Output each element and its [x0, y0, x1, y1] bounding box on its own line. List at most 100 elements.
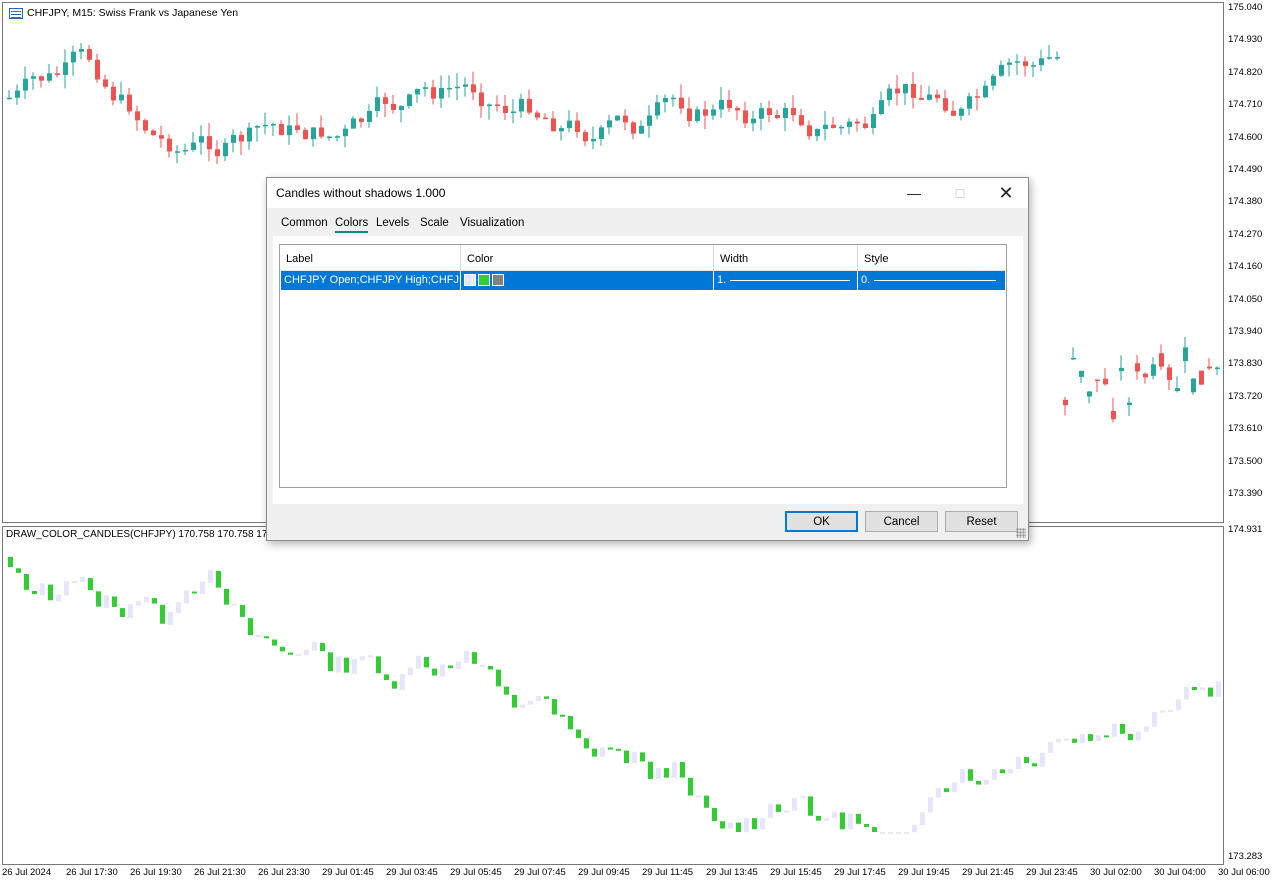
indicator-candle	[56, 594, 61, 602]
indicator-scale-top: 174.931	[1228, 524, 1263, 535]
candle-body	[1167, 367, 1172, 380]
candle-body	[575, 120, 580, 133]
indicator-price-scale[interactable]: 174.931 173.283	[1224, 524, 1277, 865]
candle-body	[919, 97, 924, 100]
column-style[interactable]: Style	[858, 245, 1006, 271]
indicator-candle	[840, 812, 845, 830]
indicator-candle	[608, 747, 613, 750]
indicator-candle	[888, 832, 893, 834]
candle-body	[1071, 357, 1076, 360]
indicator-candle	[32, 591, 37, 595]
tab-levels[interactable]: Levels	[376, 217, 409, 231]
color-swatch-2[interactable]	[478, 274, 490, 286]
indicator-candle	[152, 598, 157, 604]
indicator-candle	[1048, 742, 1053, 753]
indicator-candle	[800, 796, 805, 799]
indicator-candle	[480, 664, 485, 667]
candle-body	[1023, 61, 1028, 67]
candle-body	[519, 98, 524, 112]
candle-body	[583, 132, 588, 142]
candle-body	[743, 110, 748, 124]
style-line-sample	[874, 280, 996, 281]
indicator-candle	[728, 822, 733, 829]
indicator-candle	[80, 576, 85, 583]
candle-body	[335, 136, 340, 138]
time-tick-label: 29 Jul 09:45	[578, 867, 630, 878]
candle-body	[415, 88, 420, 95]
tab-visualization[interactable]: Visualization	[460, 217, 524, 231]
indicator-candle	[216, 570, 221, 588]
time-tick-label: 29 Jul 05:45	[450, 867, 502, 878]
reset-button[interactable]: Reset	[945, 511, 1018, 532]
column-width[interactable]: Width	[714, 245, 858, 271]
indicator-candle	[1104, 735, 1109, 738]
row-label[interactable]: CHFJPY Open;CHFJPY High;CHFJ...	[281, 271, 461, 290]
indicator-candle	[88, 578, 93, 591]
close-button[interactable]: ✕	[983, 178, 1029, 208]
time-tick-label: 26 Jul 2024	[2, 867, 52, 878]
candle-body	[103, 79, 108, 87]
indicator-candle	[64, 581, 69, 596]
candle-body	[543, 117, 548, 120]
terminal-window: CHFJPY, M15: Swiss Frank vs Japanese Yen…	[0, 0, 1277, 883]
row-width[interactable]: 1.	[714, 271, 858, 290]
candle-body	[815, 129, 820, 137]
time-axis[interactable]: 26 Jul 2024 26 Jul 17:30 26 Jul 19:30 26 Ju…	[0, 865, 1277, 883]
maximize-button[interactable]: □	[937, 178, 983, 208]
candle-body	[1087, 391, 1092, 397]
indicator-candle	[504, 686, 509, 695]
tab-colors[interactable]: Colors	[335, 217, 369, 233]
candle-body	[135, 111, 140, 121]
indicator-candle	[528, 700, 533, 705]
candle-body	[151, 130, 156, 136]
candle-body	[1055, 57, 1060, 59]
close-icon: ✕	[998, 182, 1014, 203]
candle-body	[255, 126, 260, 128]
indicator-candle	[456, 661, 461, 670]
indicator-candle	[792, 798, 797, 811]
candle-body	[943, 98, 948, 111]
indicator-candle	[296, 654, 301, 657]
candle-body	[359, 118, 364, 122]
column-label[interactable]: Label	[280, 245, 461, 271]
candle-body	[207, 136, 212, 150]
dialog-titlebar[interactable]: Candles without shadows 1.000 — □ ✕	[267, 178, 1028, 208]
candle-body	[23, 78, 28, 91]
price-tick-label: 175.040	[1228, 2, 1263, 13]
indicator-candle	[1208, 687, 1213, 697]
plot-row-selected[interactable]: CHFJPY Open;CHFJPY High;CHFJ... 1. 0.	[281, 271, 1005, 290]
cancel-button[interactable]: Cancel	[865, 511, 938, 532]
indicator-candle	[896, 832, 901, 834]
time-tick-label: 29 Jul 11:45	[642, 867, 694, 878]
color-swatch-1[interactable]	[464, 274, 476, 286]
indicator-candle	[656, 767, 661, 780]
price-tick-label: 174.490	[1228, 164, 1263, 175]
indicator-candle	[672, 761, 677, 778]
price-tick-label: 173.830	[1228, 358, 1263, 370]
row-colors[interactable]	[461, 271, 714, 290]
minimize-button[interactable]: —	[891, 178, 937, 208]
indicator-candle	[488, 665, 493, 670]
tab-common[interactable]: Common	[281, 217, 328, 231]
indicator-candle	[536, 696, 541, 702]
candle-body	[911, 84, 916, 98]
indicator-candle	[736, 822, 741, 832]
color-swatch-3[interactable]	[492, 274, 504, 286]
row-style[interactable]: 0.	[858, 271, 1005, 290]
indicator-subwindow[interactable]: DRAW_COLOR_CANDLES(CHFJPY) 170.758 170.7…	[2, 526, 1224, 865]
resize-grip-icon[interactable]	[1016, 528, 1026, 538]
main-price-scale[interactable]: 175.040 174.930 174.820 174.710 174.600 174.4…	[1224, 2, 1277, 523]
candle-body	[719, 99, 724, 110]
candle-body	[895, 88, 900, 94]
tab-scale[interactable]: Scale	[420, 217, 449, 231]
indicator-candle	[928, 797, 933, 813]
ok-button[interactable]: OK	[785, 511, 858, 532]
indicator-candle	[160, 604, 165, 624]
column-color[interactable]: Color	[461, 245, 714, 271]
indicator-candle	[376, 656, 381, 674]
indicator-candle	[192, 591, 197, 594]
indicator-candle	[1176, 699, 1181, 711]
indicator-candle	[768, 804, 773, 819]
candle-body	[503, 106, 508, 114]
indicator-candle	[592, 748, 597, 757]
